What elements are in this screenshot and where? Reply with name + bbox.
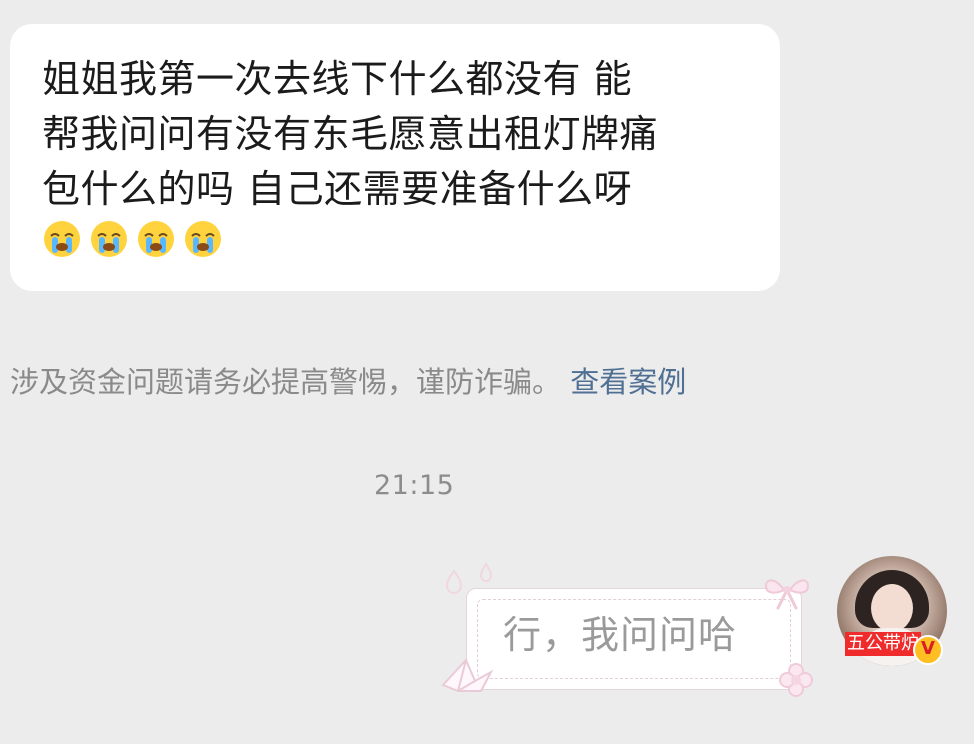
fraud-warning-text: 涉及资金问题请务必提高警惕，谨防诈骗。 bbox=[10, 365, 562, 399]
incoming-message-line-1: 姐姐我第一次去线下什么都没有 能 bbox=[42, 57, 633, 101]
view-cases-link[interactable]: 查看案例 bbox=[570, 365, 686, 399]
incoming-message-bubble[interactable]: 姐姐我第一次去线下什么都没有 能 帮我问问有没有东毛愿意出租灯牌痛 包什么的吗 … bbox=[10, 24, 780, 291]
paper-crane-icon bbox=[441, 658, 494, 692]
verified-badge-icon: V bbox=[913, 635, 943, 665]
water-drop-icon bbox=[479, 562, 493, 583]
loudly-crying-face-icon bbox=[138, 221, 174, 257]
outgoing-message-text: 行，我问问哈 bbox=[503, 613, 738, 657]
bow-icon bbox=[764, 579, 810, 610]
outgoing-message-bubble[interactable]: 行，我问问哈 bbox=[466, 588, 802, 690]
loudly-crying-face-icon bbox=[44, 221, 80, 257]
water-drop-icon bbox=[445, 569, 463, 595]
avatar-face bbox=[871, 584, 913, 632]
incoming-message-line-3: 包什么的吗 自己还需要准备什么呀 bbox=[42, 167, 633, 211]
message-timestamp: 21:15 bbox=[374, 470, 455, 501]
loudly-crying-face-icon bbox=[91, 221, 127, 257]
fraud-warning: 涉及资金问题请务必提高警惕，谨防诈骗。 查看案例 bbox=[10, 362, 686, 402]
flower-icon bbox=[779, 663, 813, 697]
avatar-badge: 五公带炉 bbox=[845, 632, 921, 656]
incoming-message-line-2: 帮我问问有没有东毛愿意出租灯牌痛 bbox=[42, 112, 659, 156]
bubble-tail bbox=[10, 58, 22, 78]
loudly-crying-face-icon bbox=[185, 221, 221, 257]
emoji-row bbox=[42, 219, 750, 259]
